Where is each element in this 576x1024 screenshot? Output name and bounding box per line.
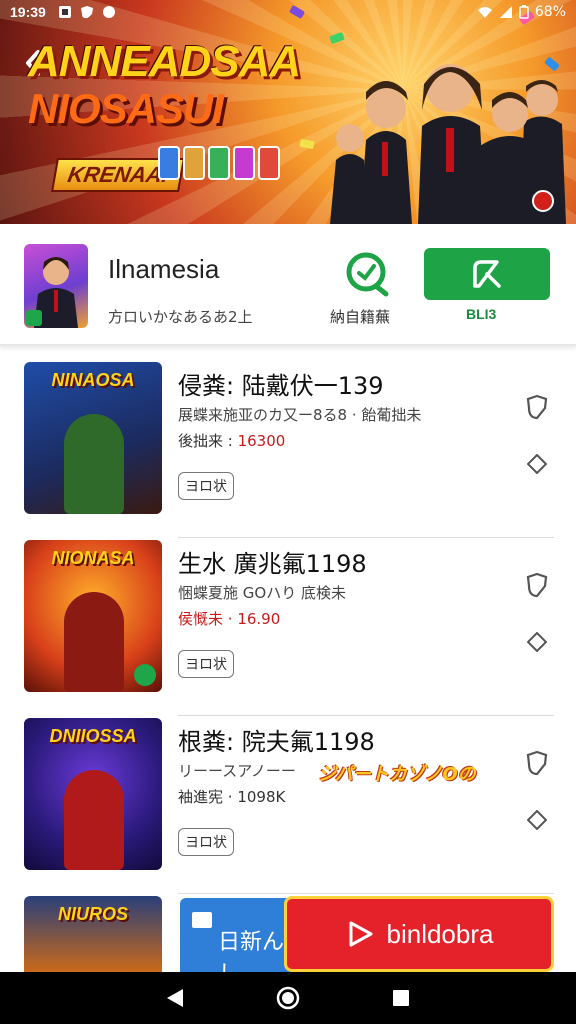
system-nav-bar <box>0 972 576 1024</box>
signal-icon <box>499 6 512 18</box>
item-subtitle: 悃蝶夏施 GOハり 底検未 <box>178 584 346 602</box>
card-icon <box>233 146 255 180</box>
card-icon <box>183 146 205 180</box>
image-notification-icon <box>58 6 71 18</box>
item-tag[interactable]: ヨロ状 <box>178 650 234 678</box>
card-icon <box>258 146 280 180</box>
shield-icon[interactable] <box>526 750 548 776</box>
item-title: 生水 廣兆氟1198 <box>178 550 367 578</box>
app-icon[interactable] <box>24 244 88 328</box>
thumbnail-character <box>64 414 124 514</box>
item-meta-label: 後拙来 : <box>178 432 238 450</box>
hero-title-line1: ANNEADSAA <box>28 37 301 86</box>
item-meta: 袖進宪 · 1098K <box>178 786 285 807</box>
dot-notification-icon <box>102 6 115 18</box>
card-icon <box>208 146 230 180</box>
hero-banner[interactable]: ANNEADSAA NIOSASUI KRENAAI <box>0 0 576 224</box>
item-meta-label: 袖進宪 · <box>178 788 238 806</box>
battery-percent: 68% <box>534 4 566 20</box>
install-button[interactable] <box>424 248 550 300</box>
install-icon <box>473 260 501 288</box>
diamond-icon[interactable] <box>527 632 547 652</box>
item-meta-value: 16.90 <box>237 610 281 628</box>
item-thumbnail[interactable]: NINAOSA <box>24 362 162 514</box>
nav-recents-icon[interactable] <box>391 988 411 1008</box>
item-meta-value: 1098K <box>237 788 286 806</box>
divider <box>178 893 554 894</box>
thumbnail-title: NIUROS <box>57 904 128 924</box>
divider <box>178 715 554 716</box>
item-subtitle: 展蝶来施亚のカ又ー8る8 · 飴葡拙未 <box>178 406 422 424</box>
play-icon <box>349 921 372 947</box>
cta-label: binldobra <box>386 918 494 949</box>
divider <box>178 537 554 538</box>
wifi-icon <box>477 7 492 18</box>
item-subtitle: リーースアノーー <box>178 762 296 780</box>
card-icon <box>158 146 180 180</box>
item-meta: 後拙来 : 16300 <box>178 430 285 451</box>
app-info-row: Ilnamesia 方ロいかなあるあ2上 納自籍蕪 BLI3 <box>0 226 576 346</box>
item-meta-value: 16300 <box>237 432 286 450</box>
shield-notification-icon <box>80 6 93 19</box>
list-item[interactable]: NIONASA 生水 廣兆氟1198 悃蝶夏施 GOハり 底検未 侯慨未 · 1… <box>0 540 576 716</box>
thumbnail-character <box>64 770 124 870</box>
nav-home-icon[interactable] <box>276 986 300 1010</box>
item-title: 根粪: 院夫氟1198 <box>178 728 375 756</box>
item-thumbnail[interactable]: DNIIOSSA <box>24 718 162 870</box>
cta-button[interactable]: binldobra <box>284 896 554 972</box>
status-bar: 19:39 68% <box>0 0 576 24</box>
item-thumbnail[interactable]: NIONASA <box>24 540 162 692</box>
hero-badge-icon <box>532 190 554 212</box>
thumbnail-title: DNIIOSSA <box>49 726 137 746</box>
thumbnail-title: NINAOSA <box>51 370 135 390</box>
list-item[interactable]: NINAOSA 侵粪: 陆戴伏一139 展蝶来施亚のカ又ー8る8 · 飴葡拙未 … <box>0 362 576 538</box>
list-item[interactable]: DNIIOSSA 根粪: 院夫氟1198 リーースアノーー ジパートカゾノOの … <box>0 718 576 894</box>
share-icon <box>346 252 389 297</box>
app-badge-icon <box>26 310 42 326</box>
thumbnail-title: NIONASA <box>51 548 135 568</box>
shield-icon[interactable] <box>526 572 548 598</box>
play-badge-icon <box>134 664 156 686</box>
diamond-icon[interactable] <box>527 810 547 830</box>
share-label: 納自籍蕪 <box>330 308 391 326</box>
nav-back-icon[interactable] <box>165 987 185 1009</box>
item-tag[interactable]: ヨロ状 <box>178 472 234 500</box>
hero-card-icons <box>158 146 280 180</box>
item-thumbnail[interactable]: NIUROS <box>24 896 162 972</box>
item-tag[interactable]: ヨロ状 <box>178 828 234 856</box>
promo-label: ジパートカゾノOの <box>318 764 476 785</box>
item-meta-label: 侯慨未 · <box>178 610 238 628</box>
hero-title-line2: NIOSASUI <box>28 85 224 132</box>
hero-title: ANNEADSAA NIOSASUI <box>28 37 301 132</box>
battery-icon <box>519 5 529 19</box>
share-button[interactable] <box>340 246 394 300</box>
shield-icon[interactable] <box>526 394 548 420</box>
app-developer[interactable]: 方ロいかなあるあ2上 <box>108 306 253 327</box>
install-label: BLI3 <box>466 306 497 322</box>
gallery-icon <box>192 912 212 928</box>
item-meta: 侯慨未 · 16.90 <box>178 608 280 629</box>
item-title: 侵粪: 陆戴伏一139 <box>178 372 384 400</box>
app-name: Ilnamesia <box>108 254 220 284</box>
diamond-icon[interactable] <box>527 454 547 474</box>
status-time: 19:39 <box>10 4 46 20</box>
promo-card[interactable]: 日新んし <box>180 898 300 986</box>
thumbnail-character <box>64 592 124 692</box>
